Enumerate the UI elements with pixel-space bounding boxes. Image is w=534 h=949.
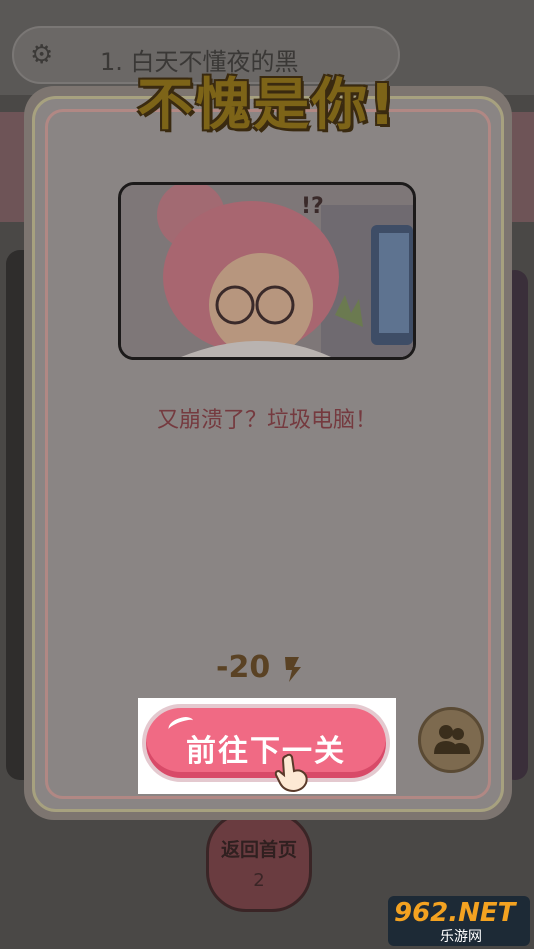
group-button[interactable] (418, 707, 484, 773)
next-level-area: 前往下一关 (138, 698, 396, 794)
scene-illustration: !? (118, 182, 416, 360)
next-level-label: 前往下一关 (186, 734, 346, 769)
people-icon (434, 725, 470, 754)
watermark-sub: 乐游网 (440, 929, 482, 945)
watermark-main: 962.NET (394, 898, 516, 928)
pointing-hand-icon (274, 753, 308, 792)
home-button[interactable]: 返回首页 2 (206, 812, 312, 912)
watermark-logo: 962.NET 乐游网 (388, 896, 530, 946)
dialog-title: 不愧是你! (137, 73, 397, 138)
home-button-count: 2 (253, 870, 265, 891)
svg-text:!?: !? (301, 194, 324, 219)
dialog-caption: 又崩溃了？垃圾电脑！ (156, 408, 377, 433)
penalty-value: -20 (216, 650, 271, 685)
lightning-icon (284, 656, 301, 682)
next-level-button[interactable]: 前往下一关 (142, 704, 390, 782)
penalty-indicator: -20 (216, 650, 326, 690)
home-button-label: 返回首页 (220, 839, 297, 861)
frustrated-girl-illustration: !? (121, 185, 413, 357)
